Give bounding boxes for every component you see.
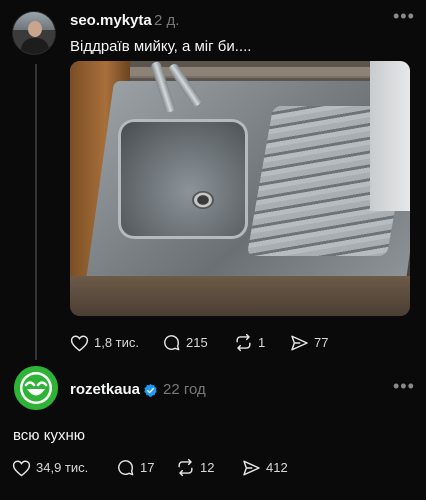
post-actions: 34,9 тис. 17 12 412 xyxy=(12,458,312,477)
post-text: всю кухню xyxy=(13,427,85,444)
post-image[interactable] xyxy=(70,61,410,316)
username[interactable]: seo.mykyta xyxy=(70,12,152,29)
heart-icon xyxy=(70,335,89,351)
verified-badge-icon xyxy=(144,383,157,397)
repost-icon xyxy=(236,333,251,352)
like-count: 1,8 тис. xyxy=(94,335,140,350)
comment-button[interactable]: 17 xyxy=(116,458,176,477)
post-time: 2 д. xyxy=(154,12,180,29)
avatar[interactable] xyxy=(12,11,56,55)
comment-icon xyxy=(118,460,134,476)
thread-connector-line xyxy=(35,64,37,360)
comment-count: 215 xyxy=(186,335,208,350)
like-count: 34,9 тис. xyxy=(36,460,89,475)
heart-icon xyxy=(12,460,31,476)
share-icon xyxy=(243,460,260,475)
repost-button[interactable]: 1 xyxy=(234,333,290,352)
share-button[interactable]: 412 xyxy=(242,459,312,477)
rozetka-logo-icon xyxy=(14,366,58,410)
share-icon xyxy=(291,335,308,350)
share-count: 77 xyxy=(314,335,329,350)
share-count: 412 xyxy=(266,460,288,475)
avatar[interactable] xyxy=(14,366,58,410)
post-actions: 1,8 тис. 215 1 77 xyxy=(70,333,350,352)
share-button[interactable]: 77 xyxy=(290,334,350,352)
comment-icon xyxy=(164,335,180,351)
comment-count: 17 xyxy=(140,460,155,475)
post-time: 22 год xyxy=(163,381,206,398)
more-icon[interactable]: ••• xyxy=(393,6,415,27)
username[interactable]: rozetkaua xyxy=(70,381,140,398)
repost-button[interactable]: 12 xyxy=(176,458,242,477)
thread-post-original: seo.mykyta 2 д. ••• Віддраїв мийку, а мі… xyxy=(0,0,426,360)
repost-count: 12 xyxy=(200,460,215,475)
more-icon[interactable]: ••• xyxy=(393,376,415,397)
repost-icon xyxy=(178,458,193,477)
comment-button[interactable]: 215 xyxy=(162,333,234,352)
post-text: Віддраїв мийку, а міг би.... xyxy=(70,38,252,55)
like-button[interactable]: 34,9 тис. xyxy=(12,459,116,477)
like-button[interactable]: 1,8 тис. xyxy=(70,334,162,352)
repost-count: 1 xyxy=(258,335,266,350)
